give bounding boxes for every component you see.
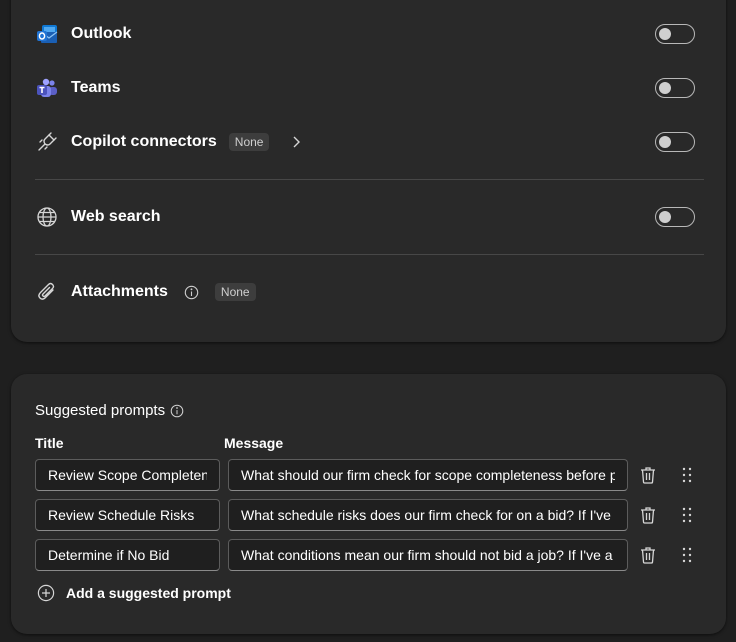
prompt-message-input[interactable] (228, 459, 628, 491)
connectors-row[interactable]: Copilot connectors None (35, 124, 703, 160)
teams-row: Teams (35, 70, 703, 106)
teams-toggle[interactable] (655, 78, 695, 98)
connectors-label: Copilot connectors (71, 133, 217, 150)
teams-icon (35, 76, 59, 100)
drag-handle-icon[interactable] (677, 545, 697, 565)
chevron-right-icon[interactable] (291, 135, 301, 149)
prompt-message-input[interactable] (228, 539, 628, 571)
web-search-label: Web search (71, 208, 161, 225)
add-suggested-prompt-button[interactable]: Add a suggested prompt (37, 584, 231, 602)
prompt-row (35, 459, 703, 491)
drag-handle-icon[interactable] (677, 465, 697, 485)
prompt-title-input[interactable] (35, 459, 220, 491)
info-icon[interactable] (170, 404, 184, 418)
delete-icon[interactable] (638, 465, 658, 485)
outlook-label: Outlook (71, 25, 132, 42)
add-suggested-prompt-label: Add a suggested prompt (66, 585, 231, 601)
knowledge-card: Outlook Teams Copilot connectors None We… (11, 0, 726, 342)
teams-label: Teams (71, 79, 121, 96)
divider (35, 179, 704, 180)
prompt-message-input[interactable] (228, 499, 628, 531)
connectors-badge: None (228, 133, 270, 151)
prompt-title-input[interactable] (35, 539, 220, 571)
attachments-badge: None (214, 283, 256, 301)
suggested-prompts-card: Suggested prompts Title Message Review S… (11, 374, 726, 634)
message-column-header: Message (224, 435, 284, 451)
title-column-header: Title (35, 435, 64, 451)
info-icon[interactable] (184, 285, 199, 300)
divider (35, 254, 704, 255)
section-title: Suggested prompts (35, 402, 166, 419)
suggested-prompts-heading: Suggested prompts (35, 402, 184, 419)
prompt-title-input[interactable] (35, 499, 220, 531)
attachments-row: Attachments None (35, 274, 703, 310)
paperclip-icon (35, 280, 59, 304)
add-circle-icon (37, 584, 55, 602)
web-search-row: Web search (35, 199, 703, 235)
attachments-label: Attachments (71, 283, 168, 300)
outlook-row: Outlook (35, 16, 703, 52)
connector-icon (35, 130, 59, 154)
connectors-toggle[interactable] (655, 132, 695, 152)
delete-icon[interactable] (638, 505, 658, 525)
globe-icon (35, 205, 59, 229)
delete-icon[interactable] (638, 545, 658, 565)
prompt-row (35, 539, 703, 571)
outlook-toggle[interactable] (655, 24, 695, 44)
prompt-row (35, 499, 703, 531)
web-search-toggle[interactable] (655, 207, 695, 227)
drag-handle-icon[interactable] (677, 505, 697, 525)
outlook-icon (35, 22, 59, 46)
